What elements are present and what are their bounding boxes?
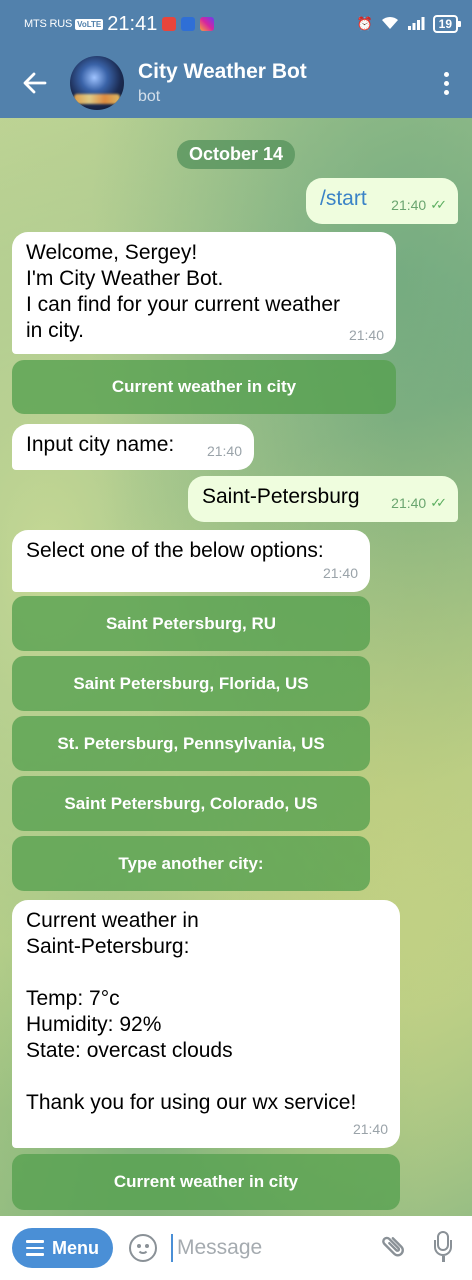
keyboard-button-type-another-city[interactable]: Type another city: <box>12 836 370 891</box>
message-outgoing[interactable]: Saint-Petersburg 21:40 ✓✓ <box>188 476 458 522</box>
message-outgoing[interactable]: /start 21:40 ✓✓ <box>306 178 458 224</box>
chat-header: City Weather Bot bot <box>0 48 472 118</box>
message-time: 21:40 <box>322 565 358 581</box>
date-separator: October 14 <box>176 140 296 169</box>
notification-icon <box>181 17 196 31</box>
message-incoming[interactable]: Input city name: 21:40 <box>12 424 254 470</box>
volte-icon: VoLTE <box>75 18 104 30</box>
wifi-icon <box>381 16 399 33</box>
chat-subtitle: bot <box>138 88 161 105</box>
menu-button[interactable]: Menu <box>12 1228 113 1268</box>
message-incoming[interactable]: Welcome, Sergey! I'm City Weather Bot. I… <box>12 232 396 354</box>
keyboard-button-option[interactable]: St. Petersburg, Pennsylvania, US <box>12 716 370 771</box>
message-time: 21:40 <box>352 1121 388 1137</box>
message-time: 21:40 <box>206 443 242 459</box>
chat-title-block[interactable]: City Weather Bot bot <box>138 60 307 106</box>
instagram-icon <box>200 17 215 31</box>
status-bar: MTS RUS VoLTE 21:41 ⏰ 19 <box>0 0 472 48</box>
keyboard-button-current-weather[interactable]: Current weather in city <box>12 1154 400 1210</box>
signal-icon <box>407 16 425 33</box>
message-text: Current weather in Saint-Petersburg: Tem… <box>26 909 357 1114</box>
chat-area[interactable]: October 14 /start 21:40 ✓✓ Welcome, Serge… <box>0 118 472 1216</box>
keyboard-button-option[interactable]: Saint Petersburg, Colorado, US <box>12 776 370 831</box>
message-time: 21:40 <box>391 495 427 511</box>
message-time: 21:40 <box>391 197 427 213</box>
message-incoming[interactable]: Current weather in Saint-Petersburg: Tem… <box>12 900 400 1148</box>
carrier-name: MTS RUS <box>24 18 73 30</box>
read-checkmarks-icon: ✓✓ <box>430 495 447 510</box>
message-time: 21:40 <box>348 327 384 343</box>
clock: 21:41 <box>107 12 158 35</box>
message-incoming[interactable]: Select one of the below options: 21:40 <box>12 530 370 592</box>
more-options-icon[interactable] <box>420 71 472 95</box>
notification-icon <box>162 17 177 31</box>
message-text: Select one of the below options: <box>26 539 324 562</box>
keyboard-button-current-weather[interactable]: Current weather in city <box>12 360 396 414</box>
read-checkmarks-icon: ✓✓ <box>430 197 447 212</box>
battery-icon: 19 <box>432 15 462 33</box>
microphone-icon[interactable] <box>434 1231 452 1265</box>
hamburger-icon <box>26 1240 44 1256</box>
avatar[interactable] <box>70 56 124 110</box>
message-input-bar: Menu Message <box>0 1216 472 1280</box>
emoji-icon[interactable] <box>129 1234 157 1262</box>
chat-title: City Weather Bot <box>138 60 307 83</box>
alarm-icon: ⏰ <box>356 16 373 31</box>
message-input[interactable]: Message <box>171 1234 384 1262</box>
menu-button-label: Menu <box>52 1237 99 1258</box>
keyboard-button-option[interactable]: Saint Petersburg, Florida, US <box>12 656 370 711</box>
message-text: Welcome, Sergey! I'm City Weather Bot. I… <box>26 241 340 342</box>
back-arrow-icon[interactable] <box>0 48 70 118</box>
keyboard-button-option[interactable]: Saint Petersburg, RU <box>12 596 370 651</box>
